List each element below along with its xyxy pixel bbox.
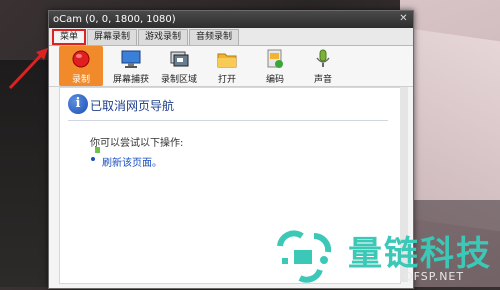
watermark: 量链科技 QFSP.NET [276, 228, 500, 287]
watermark-text: 量链科技 [348, 234, 492, 274]
watermark-logo-icon [277, 230, 332, 283]
watermark-url: QFSP.NET [404, 270, 465, 283]
